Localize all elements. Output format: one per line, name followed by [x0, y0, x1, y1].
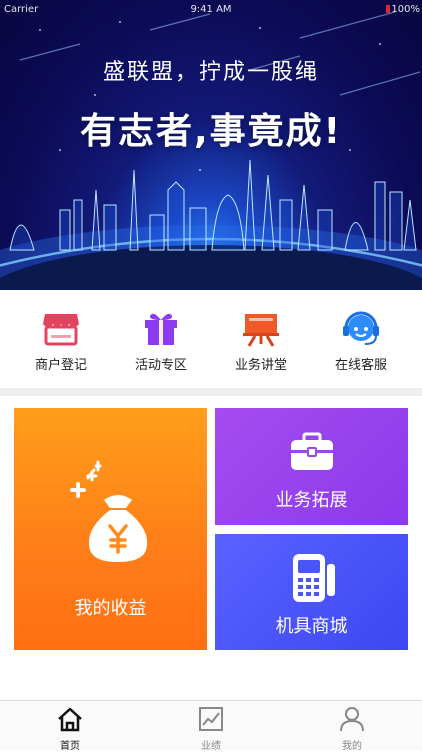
quick-menu: 商户登记 活动专区 业务讲堂 在线客服 [0, 290, 422, 388]
tab-home[interactable]: 首页 [30, 705, 110, 752]
quick-item-label: 活动专区 [134, 358, 187, 373]
quick-item-business-lecture[interactable]: 业务讲堂 [208, 308, 314, 373]
bottom-tab-bar: 首页 业绩 我的 [0, 700, 422, 752]
briefcase-icon [291, 432, 333, 470]
status-time: 9:41 AM [190, 4, 232, 15]
business-expansion-tile[interactable]: 业务拓展 [215, 408, 408, 525]
tile-label: 我的收益 [74, 598, 147, 619]
device-shop-tile[interactable]: 机具商城 [215, 534, 408, 650]
money-bag-icon [70, 460, 148, 562]
tile-label: 机具商城 [275, 616, 348, 637]
tab-performance[interactable]: 业绩 [171, 705, 251, 752]
chart-icon [197, 705, 225, 733]
banner-subtitle: 盛联盟，拧成一股绳 [102, 60, 319, 85]
quick-item-events[interactable]: 活动专区 [108, 308, 214, 373]
quick-item-label: 业务讲堂 [234, 358, 287, 373]
tile-label: 业务拓展 [275, 490, 348, 511]
quick-item-label: 商户登记 [34, 358, 87, 373]
home-icon [56, 705, 84, 733]
quick-item-label: 在线客服 [334, 358, 387, 373]
my-earnings-tile[interactable]: 我的收益 [14, 408, 207, 650]
status-bar: Carrier 9:41 AM 100% [0, 0, 422, 20]
gift-icon [141, 308, 181, 348]
headset-icon [341, 308, 381, 348]
user-icon [338, 705, 366, 733]
quick-item-merchant-register[interactable]: 商户登记 [8, 308, 114, 373]
section-divider [0, 388, 422, 396]
pos-terminal-icon [293, 554, 335, 602]
tab-mine[interactable]: 我的 [312, 705, 392, 752]
store-icon [41, 308, 81, 348]
quick-item-online-service[interactable]: 在线客服 [308, 308, 414, 373]
lecture-board-icon [241, 308, 281, 348]
battery-percent: 100% [391, 4, 420, 15]
hero-banner[interactable]: 盛联盟，拧成一股绳 有志者,事竟成! [0, 0, 422, 290]
banner-title: 有志者,事竟成! [79, 111, 343, 152]
